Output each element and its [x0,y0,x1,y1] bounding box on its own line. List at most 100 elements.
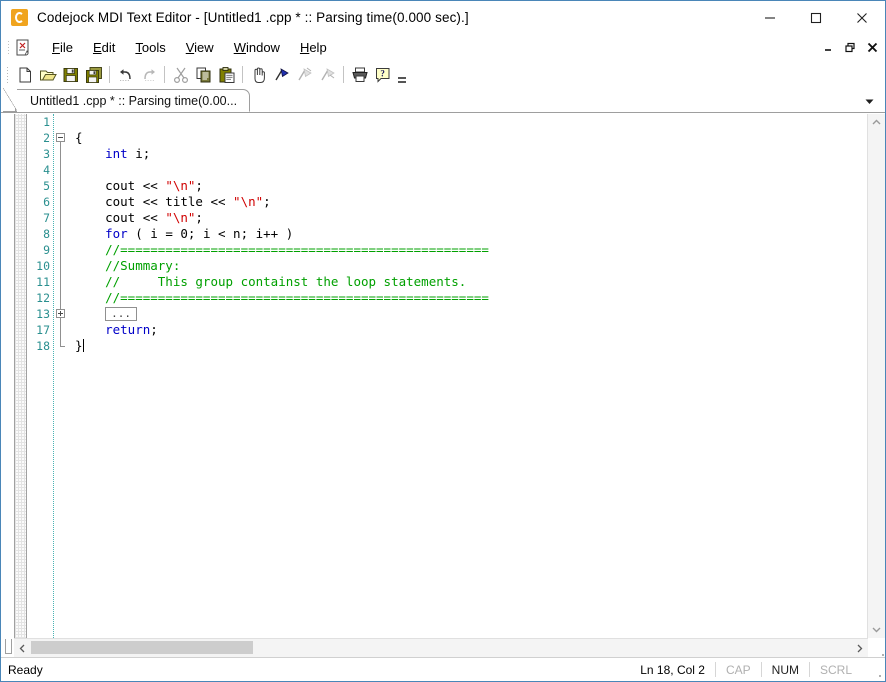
fold-collapse-button[interactable] [56,133,65,142]
line-number: 18 [36,339,50,353]
line-number: 6 [43,195,50,209]
code-line[interactable] [75,162,867,178]
menu-item-window[interactable]: Window [224,37,290,58]
cut-button [169,63,192,86]
save-all-button[interactable] [82,63,105,86]
code-line[interactable]: for ( i = 0; i < n; i++ ) [75,226,867,242]
code-line[interactable]: return; [75,322,867,338]
next-bookmark-button [316,63,339,86]
code-line[interactable]: cout << title << "\n"; [75,194,867,210]
help-button[interactable]: ? [371,63,394,86]
text-caret [82,339,84,352]
scroll-up-button[interactable] [868,114,885,131]
scroll-down-button[interactable] [868,621,885,638]
text-editor[interactable]: 1 2 3 4 5 6 7 8 9 10 11 12 13 17 18 { int i; cout << "… [14,114,867,638]
line-number: 9 [43,243,50,257]
save-button[interactable] [59,63,82,86]
code-line[interactable]: //======================================… [75,290,867,306]
copy-button[interactable] [192,63,215,86]
line-number: 17 [36,323,50,337]
horizontal-scroll-thumb[interactable] [31,641,253,654]
mdi-restore-button[interactable] [844,41,857,54]
menu-item-edit[interactable]: Edit [83,37,125,58]
paste-button[interactable] [215,63,238,86]
code-token: "\n" [165,210,196,225]
open-button[interactable] [36,63,59,86]
scroll-left-button[interactable] [14,639,31,657]
fold-expand-button[interactable] [56,309,65,318]
code-line[interactable]: { [75,130,867,146]
code-line[interactable]: cout << "\n"; [75,210,867,226]
toolbar-separator [164,66,165,83]
code-line[interactable]: //Summary: [75,258,867,274]
status-indicator-cap: CAP [714,662,761,677]
menubar-grip[interactable] [7,39,11,56]
line-number: 11 [36,275,50,289]
line-number: 3 [43,147,50,161]
mdi-minimize-button[interactable] [822,41,835,54]
codejock-logo-icon [11,9,28,26]
menu-item-file[interactable]: File [42,37,83,58]
code-token: } [75,338,83,353]
code-token: ; [150,322,158,337]
horizontal-scroll-track[interactable] [31,639,851,657]
new-button[interactable] [13,63,36,86]
code-line[interactable]: ... [75,306,867,322]
toggle-bookmark-button[interactable] [270,63,293,86]
menu-item-help[interactable]: Help [290,37,337,58]
line-number: 1 [43,115,50,129]
toolbar-separator [242,66,243,83]
status-indicator-num: NUM [760,662,809,677]
line-number: 13 [36,307,50,321]
menu-bar: File Edit Tools View Window Help [1,34,885,61]
vertical-scrollbar[interactable] [867,114,885,638]
print-button[interactable] [348,63,371,86]
code-token: "\n" [165,178,196,193]
close-button[interactable] [839,1,885,34]
code-token: ; [263,194,271,209]
fold-margin[interactable] [54,114,69,638]
collapsed-region-box[interactable]: ... [105,307,137,321]
vertical-scroll-track[interactable] [868,131,885,621]
toolbar-overflow-button[interactable] [396,62,408,87]
code-token: { [75,130,83,145]
menu-item-tools[interactable]: Tools [125,37,175,58]
tab-untitled1-cpp[interactable]: Untitled1 .cpp * :: Parsing time(0.00... [2,88,251,112]
toolbar-grip[interactable] [6,65,10,84]
maximize-button[interactable] [793,1,839,34]
prev-bookmark-button [293,63,316,86]
code-line[interactable]: //======================================… [75,242,867,258]
code-area[interactable]: { int i; cout << "\n"; cout << title << … [69,114,867,638]
code-token: cout << [75,210,166,225]
minimize-button[interactable] [747,1,793,34]
drag-button[interactable] [247,63,270,86]
code-token: for [105,226,128,241]
mdi-close-button[interactable] [866,41,879,54]
line-number: 7 [43,211,50,225]
menu-item-view[interactable]: View [176,37,224,58]
code-line[interactable] [75,114,867,130]
horizontal-scrollbar[interactable] [14,638,868,657]
code-token: "\n" [233,194,264,209]
code-token: cout << title << [75,194,234,209]
status-message: Ready [8,662,43,677]
tab-list-button[interactable] [861,93,877,109]
editor-row: 1 2 3 4 5 6 7 8 9 10 11 12 13 17 18 { int i; cout << "… [2,113,885,638]
undo-button[interactable] [114,63,137,86]
code-line[interactable]: } [75,338,867,354]
code-line[interactable]: // This group containst the loop stateme… [75,274,867,290]
title-bar: Codejock MDI Text Editor - [Untitled1 .c… [1,1,885,34]
code-line[interactable]: int i; [75,146,867,162]
line-number: 8 [43,227,50,241]
selection-margin[interactable] [15,114,27,638]
mdi-client-area: 1 2 3 4 5 6 7 8 9 10 11 12 13 17 18 { int i; cout << "… [1,113,885,657]
scroll-right-button[interactable] [851,639,868,657]
line-number: 2 [43,131,50,145]
application-window: Codejock MDI Text Editor - [Untitled1 .c… [0,0,886,682]
line-number: 4 [43,163,50,177]
code-line[interactable]: cout << "\n"; [75,178,867,194]
resize-grip-icon[interactable] [866,661,882,678]
